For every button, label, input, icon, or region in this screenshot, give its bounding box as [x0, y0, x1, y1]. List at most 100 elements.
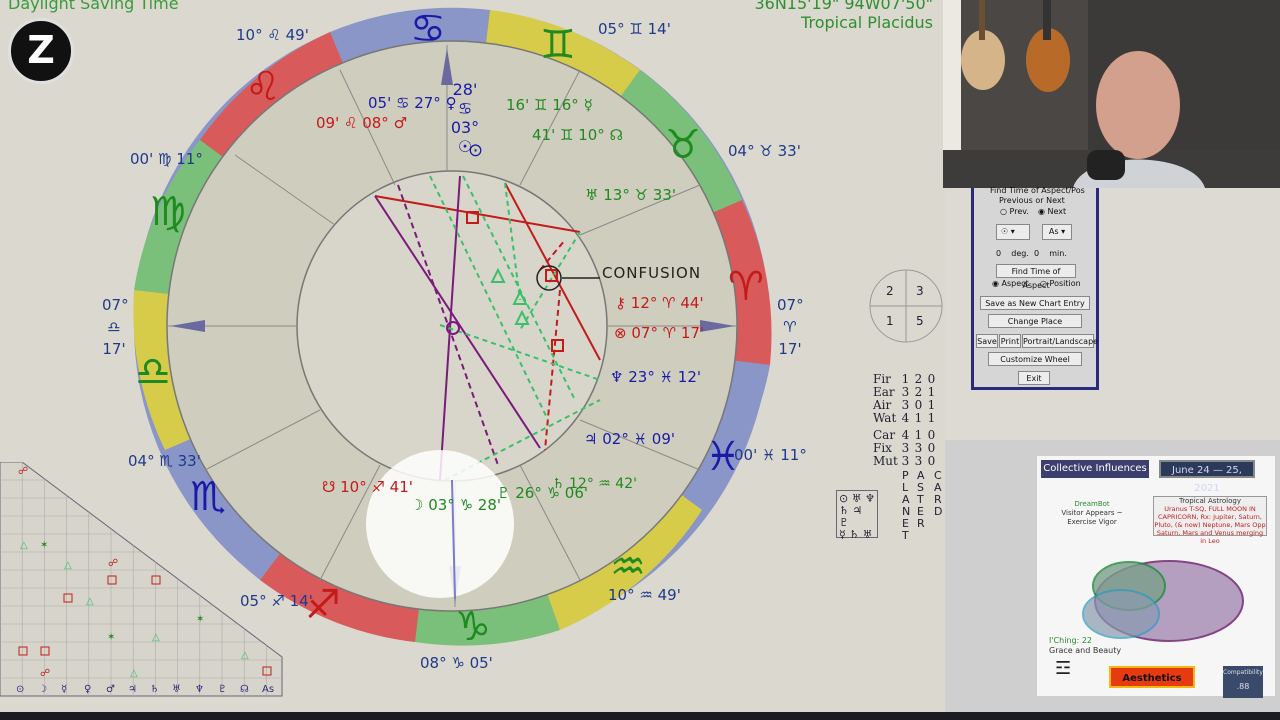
cusp-label-5: 10° ♒ 49' [608, 586, 681, 604]
taskbar [0, 712, 1280, 720]
mars-icon: ♂ [393, 114, 408, 132]
collective-title: Collective Influences [1041, 460, 1149, 478]
neptune-label: 23° ♓ 12' [628, 368, 702, 386]
jupiter-position: ♃ 02° ♓ 09' [584, 430, 675, 448]
dreambot-line1: Visitor Appears ~ [1061, 509, 1123, 517]
position-radio-label: Position [1049, 279, 1081, 288]
svg-text:♅: ♅ [172, 684, 181, 695]
svg-text:⊙: ⊙ [16, 684, 24, 695]
cusp-label-1a: 00' ♍ 11° [130, 150, 203, 168]
svg-text:♄: ♄ [150, 684, 159, 695]
prev-radio[interactable]: ○ Prev. [1000, 207, 1029, 216]
radio-icon: ○ [1000, 207, 1007, 216]
fortune-label: 07° ♈ 17' [631, 324, 705, 342]
cusp-label-12: 10° ♌ 49' [236, 26, 309, 44]
chiron-icon: ⚷ [615, 294, 626, 312]
svg-text:♃: ♃ [128, 684, 137, 695]
sun-degree: 03° [450, 118, 480, 137]
min-input[interactable]: 0 [1034, 249, 1039, 258]
moon-position: ☽ 03° ♑ 28' [410, 496, 501, 514]
svg-text:☍: ☍ [18, 466, 28, 477]
dreambot-line2: Exercise Vigor [1067, 518, 1117, 526]
mars-label: 09' ♌ 08° [316, 114, 389, 132]
save-button[interactable]: Save [976, 334, 998, 348]
hemisphere-sw: 5 [916, 314, 924, 328]
iching-block: I'Ching: 22 Grace and Beauty [1049, 636, 1121, 656]
cusp-label-6: 00' ♓ 11° [734, 446, 807, 464]
svg-text:☽: ☽ [38, 684, 47, 695]
aster-count: 3 [914, 454, 923, 468]
card-count: 1 [927, 411, 936, 425]
print-button[interactable]: Print [999, 334, 1021, 348]
fortune-icon: ⊗ [614, 324, 627, 342]
next-radio[interactable]: ◉ Next [1038, 207, 1066, 216]
venn-diagram [1082, 560, 1244, 642]
asc-minute: 17' [102, 340, 126, 358]
aster-column-label: ASTER [917, 469, 925, 530]
chiron-label: 12° ♈ 44' [630, 294, 704, 312]
radio-icon: ○ [1040, 279, 1047, 288]
position-radio[interactable]: ○ Position [1040, 279, 1081, 288]
compat-value: .88 [1236, 682, 1250, 691]
asc-sign-icon: ♎ [107, 318, 121, 336]
chart-control-panel: Find Time of Aspect/Pos Previous or Next… [971, 186, 1099, 390]
hemisphere-values: 2 3 1 5 [868, 268, 944, 344]
south-node-icon: ☋ [322, 478, 336, 496]
element-row: Wat 4 1 1 [868, 412, 948, 425]
dreambot-title: DreamBot [1074, 500, 1110, 508]
aspect-radio[interactable]: ◉ Aspect [992, 279, 1029, 288]
customize-wheel-button[interactable]: Customize Wheel [988, 352, 1082, 366]
save-new-chart-button[interactable]: Save as New Chart Entry [980, 296, 1090, 310]
south-node-position: ☋ 10° ♐ 41' [322, 478, 413, 496]
uranus-position: ♅ 13° ♉ 33' [585, 186, 676, 204]
next-label: Next [1047, 207, 1067, 216]
collective-card: Collective Influences June 24 — 25, 2021… [1037, 456, 1275, 698]
tropical-title: Tropical Astrology [1179, 497, 1241, 505]
iching-text: Grace and Beauty [1049, 646, 1122, 655]
south-node-label: 10° ♐ 41' [340, 478, 413, 496]
desc-minute: 17' [778, 340, 802, 358]
deg-row: 0 deg. 0 min. [996, 249, 1067, 258]
cusp-label-8: 04° ♉ 33' [728, 142, 801, 160]
svg-text:✶: ✶ [40, 540, 48, 551]
neptune-position: ♆ 23° ♓ 12' [610, 368, 701, 386]
exit-button[interactable]: Exit [1018, 371, 1050, 385]
asc-label: 07° ♎ 17' [102, 294, 129, 360]
svg-text:☊: ☊ [240, 684, 249, 695]
aspect-select[interactable]: As ▾ [1042, 224, 1072, 240]
find-time-button[interactable]: Find Time of Aspect [996, 264, 1076, 290]
change-place-button[interactable]: Change Place [988, 314, 1082, 328]
planet-count: 3 [901, 454, 910, 468]
compat-label: Compatibility [1223, 669, 1263, 676]
node-label: 41' ♊ 10° [532, 126, 605, 144]
uranus-icon: ♅ [585, 186, 599, 204]
prev-next-label: Previous or Next [999, 196, 1065, 205]
aspect-select-value: As [1048, 227, 1059, 236]
chiron-position: ⚷ 12° ♈ 44' [615, 294, 704, 312]
planet-key-box: ⊙ ♅ ♆ ♄ ♃ ♇ ☿ ♄ ♅ [836, 490, 878, 541]
portrait-landscape-button[interactable]: Portrait/Landscape [1022, 334, 1098, 348]
svg-text:△: △ [86, 596, 94, 607]
asc-degree: 07° [102, 296, 129, 314]
moon-label: 03° ♑ 28' [428, 496, 502, 514]
pluto-position: ♇ 26° ♑ 06' [497, 484, 588, 502]
svg-text:As: As [262, 684, 274, 695]
svg-text:♂: ♂ [106, 684, 115, 695]
aspect-radio-label: Aspect [1001, 279, 1029, 288]
mercury-position: 16' ♊ 16° ☿ [506, 96, 593, 114]
hemisphere-se: 1 [886, 314, 894, 328]
iching-label: I'Ching: 22 [1049, 636, 1093, 645]
deg-label: deg. [1011, 249, 1029, 258]
card-count: 0 [927, 454, 936, 468]
desc-degree: 07° [777, 296, 804, 314]
neptune-icon: ♆ [610, 368, 624, 386]
deg-input[interactable]: 0 [996, 249, 1001, 258]
panel-body: Find Time of Aspect/Pos Previous or Next… [974, 186, 1098, 387]
moon-icon: ☽ [410, 496, 424, 514]
hemisphere-ne: 2 [886, 284, 894, 298]
tropical-box: Tropical Astrology Uranus T-SQ, FULL MOO… [1153, 496, 1267, 545]
mars-position: 09' ♌ 08° ♂ [316, 114, 407, 132]
mercury-icon: ☿ [583, 96, 593, 114]
svg-text:☍: ☍ [108, 558, 118, 569]
planet-select[interactable]: ☉ ▾ [996, 224, 1030, 240]
